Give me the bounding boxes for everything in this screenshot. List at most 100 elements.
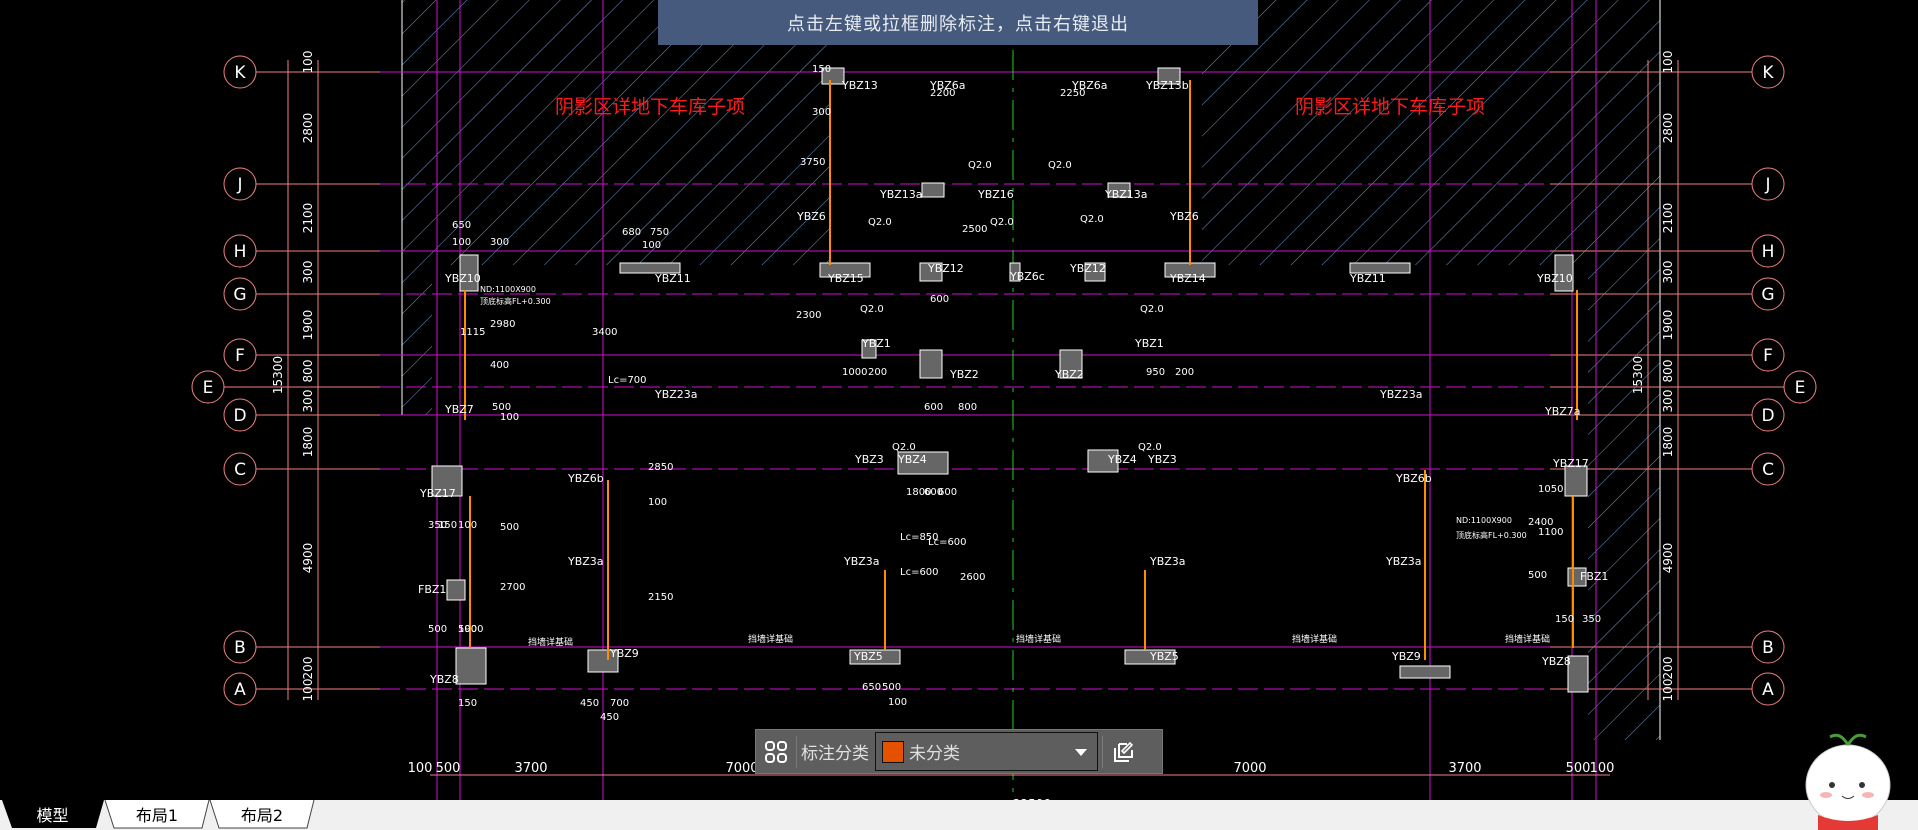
axis-label: A (234, 680, 246, 700)
dimension-text: 300 (301, 390, 315, 413)
component-label: YBZ17 (1552, 457, 1589, 470)
dimension-text: 200 (1661, 657, 1675, 680)
annotation-toolbar: 标注分类 未分类 (755, 729, 1163, 774)
dimension-text: 2500 (962, 224, 987, 235)
dimension-text: 1900 (1661, 310, 1675, 341)
dimension-text: 700 (610, 698, 629, 709)
dimension-text: 2200 (930, 88, 955, 99)
assistant-mascot-icon[interactable] (1768, 700, 1918, 830)
component-label: YBZ6b (1395, 472, 1432, 485)
dimension-text: 150 (458, 698, 477, 709)
edit-icon[interactable] (1103, 730, 1143, 773)
dimension-text: 500 (436, 761, 461, 776)
component-label: YBZ8 (429, 673, 459, 686)
axis-label: B (1762, 638, 1774, 658)
cad-drawing-canvas[interactable]: K KJ JH HG GF FE ED DC CB BA A 100 1002800 28002100 2… (0, 0, 1918, 800)
component-label: YBZ11 (654, 272, 691, 285)
dimension-text: 150 (1555, 614, 1574, 625)
tab-label: 布局2 (240, 806, 284, 825)
dimension-text: 2150 (648, 592, 673, 603)
component-label: YBZ3a (567, 555, 604, 568)
chevron-down-icon (1075, 749, 1087, 756)
dimension-text: 2800 (1661, 113, 1675, 144)
component-label: YBZ6b (567, 472, 604, 485)
dimension-text: 2850 (648, 462, 673, 473)
dimension-text: 150 (438, 520, 457, 531)
wall-column (455, 647, 487, 685)
axis-label: G (1761, 285, 1774, 305)
dimension-text: 950 (1146, 367, 1165, 378)
axis-label: C (1762, 460, 1774, 480)
tab-model[interactable]: 模型 (0, 800, 105, 828)
categories-grid-icon[interactable] (756, 730, 796, 773)
wall-column (1567, 655, 1589, 693)
tab-layout1[interactable]: 布局1 (104, 800, 210, 829)
dimension-text: 1050 (1538, 484, 1563, 495)
dimension-text: 100 (500, 412, 519, 423)
component-label: YBZ1 (861, 337, 891, 350)
component-label: YBZ3 (1147, 453, 1177, 466)
tab-layout2[interactable]: 布局2 (209, 800, 315, 829)
dimension-text: 1800 (1661, 427, 1675, 458)
dimension-text: 3750 (800, 157, 825, 168)
dimension-text: 7000 (1233, 761, 1266, 776)
dimension-text: 650 (452, 220, 471, 231)
dimension-text: 4900 (301, 543, 315, 574)
dimension-text: 100 (648, 497, 667, 508)
component-label: YBZ12 (1069, 262, 1106, 275)
dimension-text: 2250 (1060, 88, 1085, 99)
component-label: YBZ10 (444, 272, 481, 285)
dimension-text: 1800 (301, 427, 315, 458)
annotation-note: 挡墙详基础 (1292, 633, 1337, 645)
annotation-note: 顶底标高FL+0.300 (480, 296, 551, 306)
component-label: YBZ3a (1149, 555, 1186, 568)
axis-label: B (234, 638, 246, 658)
dimension-text: 100 (408, 761, 433, 776)
selected-category: 未分类 (909, 744, 960, 764)
component-label: YBZ6 (1169, 210, 1199, 223)
dimension-text: 680 (622, 227, 641, 238)
dimension-text: 600 (924, 402, 943, 413)
dimension-text: 450 (580, 698, 599, 709)
axis-label: D (1761, 406, 1774, 426)
dimension-text: 1115 (460, 327, 485, 338)
component-label: YBZ15 (827, 272, 864, 285)
annotation-note: ND:1100X900 (1456, 516, 1512, 525)
category-select[interactable]: 未分类 (875, 732, 1098, 771)
dimension-text: 100 (452, 237, 471, 248)
dimension-text: 500 (500, 522, 519, 533)
dimension-text: 2100 (301, 203, 315, 234)
axis-label: D (233, 406, 246, 426)
component-label: YBZ17 (419, 487, 456, 500)
component-label: YBZ13b (1145, 79, 1189, 92)
component-label: YBZ1 (1134, 337, 1164, 350)
dimension-text: 200 (868, 367, 887, 378)
component-label: YBZ3a (1385, 555, 1422, 568)
dimension-text: 800 (301, 360, 315, 383)
component-label: YBZ5 (1149, 650, 1179, 663)
dimension-text: 100 (642, 240, 661, 251)
dimension-total: 15300 (271, 356, 285, 394)
annotation-note: 挡墙详基础 (748, 633, 793, 645)
component-label: YBZ9 (1391, 650, 1421, 663)
wall-column (1399, 665, 1451, 679)
component-label: YBZ3 (854, 453, 884, 466)
dimension-text: 2600 (960, 572, 985, 583)
dimension-text: 1100 (1538, 527, 1563, 538)
axis-label: K (1762, 63, 1774, 83)
dimension-text: 4900 (1661, 543, 1675, 574)
dimension-text: 100 (301, 679, 315, 702)
category-label: 标注分类 (801, 744, 869, 764)
dimension-text: 500 (882, 682, 901, 693)
component-label: YBZ13 (841, 79, 878, 92)
beam-label: Q2.0 (860, 304, 884, 315)
beam-label: Q2.0 (1140, 304, 1164, 315)
annotation-note: 顶底标高FL+0.300 (1456, 530, 1527, 540)
beam-label: Q2.0 (968, 160, 992, 171)
component-label: YBZ4 (1107, 453, 1137, 466)
beam-label: Q2.0 (868, 217, 892, 228)
dimension-text: Lc=600 (900, 567, 939, 578)
tab-label: 模型 (36, 806, 69, 825)
dimension-text: 1800 (906, 487, 931, 498)
instruction-banner: 点击左键或拉框删除标注，点击右键退出 (658, 0, 1258, 45)
